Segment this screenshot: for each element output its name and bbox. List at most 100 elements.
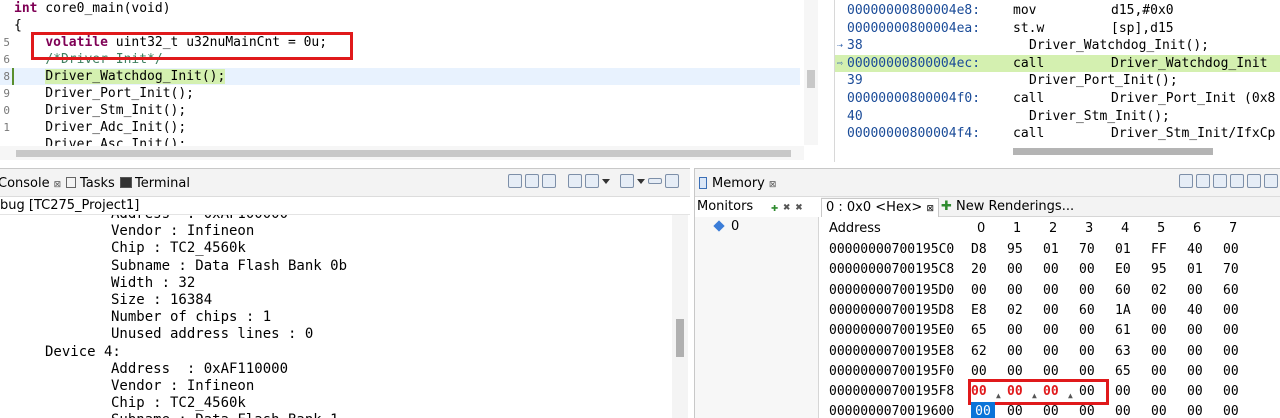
memory-byte-cell[interactable]: 00 <box>1007 260 1031 280</box>
memory-byte-cell[interactable]: 00 <box>1151 301 1175 321</box>
memory-row[interactable]: 00000000700195E8 62 00 00 00 63 00 00 00 <box>821 342 1280 362</box>
memory-byte-cell[interactable]: E0 <box>1115 260 1139 280</box>
code-line[interactable]: int core0_main(void) <box>0 0 800 17</box>
memory-byte-cell[interactable]: 00 <box>1115 402 1139 418</box>
code-line[interactable]: 1 Driver_Adc_Init(); <box>0 119 800 136</box>
scroll-lock-icon[interactable] <box>525 174 539 188</box>
memory-byte-cell[interactable]: 00 <box>1043 321 1067 341</box>
source-row[interactable]: ⇢ 38 Driver_Watchdog_Init(); <box>835 37 1280 54</box>
memory-byte-cell[interactable]: E8 <box>971 301 995 321</box>
memory-byte-cell[interactable]: 95 <box>1151 260 1175 280</box>
memory-byte-cell[interactable]: 00 <box>1043 260 1067 280</box>
memory-byte-cell[interactable]: 00 <box>1187 362 1211 382</box>
add-monitor-icon[interactable]: ✚ <box>771 200 778 214</box>
tab-console[interactable]: Console ⊠ <box>0 175 61 193</box>
memory-byte-cell[interactable]: 00 <box>971 402 995 418</box>
code-line[interactable]: 9 Driver_Port_Init(); <box>0 85 800 102</box>
memory-row[interactable]: 00000000700195D8 E8 02 00 60 1A 00 40 00 <box>821 301 1280 321</box>
console-vertical-scrollbar[interactable] <box>672 215 688 418</box>
export-icon[interactable] <box>1230 174 1244 188</box>
remove-monitor-icon[interactable]: ✖ <box>783 200 790 214</box>
code-line[interactable]: 0 Driver_Stm_Init(); <box>0 102 800 119</box>
maximize-icon[interactable] <box>665 174 679 188</box>
memory-byte-cell[interactable]: 00 <box>1007 281 1031 301</box>
memory-byte-cell[interactable]: 02 <box>1007 301 1031 321</box>
memory-byte-cell[interactable]: 00 <box>1187 382 1211 402</box>
memory-byte-cell[interactable]: 01 <box>1187 260 1211 280</box>
memory-row[interactable]: 00000000700195E0 65 00 00 00 61 00 00 00 <box>821 321 1280 341</box>
memory-byte-cell[interactable]: 61 <box>1115 321 1139 341</box>
tab-new-renderings[interactable]: ✚ New Renderings... <box>937 198 1078 217</box>
memory-byte-cell[interactable]: 00 <box>1187 402 1211 418</box>
editor-horizontal-scrollbar[interactable] <box>0 146 804 160</box>
memory-byte-cell[interactable]: 02 <box>1151 281 1175 301</box>
memory-byte-cell[interactable]: 00 <box>1007 342 1031 362</box>
memory-byte-cell[interactable]: FF <box>1151 240 1175 260</box>
memory-byte-cell[interactable]: 95 <box>1007 240 1031 260</box>
minimize-icon[interactable] <box>648 178 662 184</box>
memory-byte-cell[interactable]: 00 <box>1079 281 1103 301</box>
memory-byte-cell[interactable]: 00 <box>1151 342 1175 362</box>
word-wrap-icon[interactable] <box>542 174 556 188</box>
memory-byte-cell[interactable]: 00 <box>1223 402 1247 418</box>
memory-byte-cell[interactable]: 00 <box>1079 402 1103 418</box>
memory-byte-cell[interactable]: 00 <box>1223 240 1247 260</box>
memory-byte-cell[interactable]: 40 <box>1187 240 1211 260</box>
new-tab-icon[interactable] <box>1213 174 1227 188</box>
memory-row[interactable]: 00000000700195C8 20 00 00 00 E0 95 01 70 <box>821 260 1280 280</box>
memory-byte-cell[interactable]: 63 <box>1115 342 1139 362</box>
memory-byte-cell[interactable]: 00 <box>971 281 995 301</box>
memory-byte-cell[interactable]: 01 <box>1115 240 1139 260</box>
memory-byte-cell[interactable]: 00 <box>1223 301 1247 321</box>
monitor-item[interactable]: 0 <box>713 219 739 235</box>
tab-hex-rendering[interactable]: 0 : 0x0 <Hex> ⊠ <box>821 198 939 217</box>
source-row[interactable]: 40 Driver_Stm_Init(); <box>835 108 1280 125</box>
instruction-row[interactable]: 00000000800004f0: call Driver_Port_Init (0… <box>835 90 1280 107</box>
memory-byte-cell[interactable]: 00 <box>1187 342 1211 362</box>
memory-byte-cell[interactable]: 00 <box>1043 342 1067 362</box>
memory-byte-cell[interactable]: 40 <box>1187 301 1211 321</box>
tab-tasks[interactable]: Tasks <box>66 175 115 193</box>
memory-byte-cell[interactable]: 62 <box>971 342 995 362</box>
memory-byte-cell[interactable]: 00 <box>1043 301 1067 321</box>
memory-byte-cell[interactable]: 60 <box>1115 281 1139 301</box>
memory-byte-cell[interactable]: 00 <box>1043 402 1067 418</box>
memory-byte-cell[interactable]: 70 <box>1223 260 1247 280</box>
close-icon[interactable]: ⊠ <box>926 204 934 214</box>
memory-byte-cell[interactable]: 00 <box>1223 382 1247 402</box>
toggle-split-icon[interactable] <box>1247 174 1261 188</box>
tab-terminal[interactable]: Terminal <box>120 175 190 193</box>
console-output[interactable]: Address : 0xAF100000Vendor : InfineonChi… <box>0 215 672 418</box>
memory-byte-cell[interactable]: 01 <box>1043 240 1067 260</box>
instruction-row[interactable]: 00000000800004e8: mov d15,#0x0 <box>835 2 1280 19</box>
source-row[interactable]: 39 Driver_Port_Init(); <box>835 72 1280 89</box>
memory-byte-cell[interactable]: 70 <box>1079 240 1103 260</box>
clear-console-icon[interactable] <box>508 174 522 188</box>
disassembly-horizontal-scrollbar[interactable] <box>835 146 1280 156</box>
memory-byte-cell[interactable]: 00 <box>1151 362 1175 382</box>
memory-byte-cell[interactable]: 65 <box>1115 362 1139 382</box>
scroll-thumb[interactable] <box>16 150 791 157</box>
scroll-thumb[interactable] <box>1013 148 1213 155</box>
tab-memory[interactable]: Memory ⊠ <box>699 175 776 193</box>
memory-byte-cell[interactable]: 00 <box>1187 321 1211 341</box>
reset-icon[interactable] <box>1196 174 1210 188</box>
instruction-row[interactable]: 00000000800004ea: st.w [sp],d15 <box>835 20 1280 37</box>
pin-console-icon[interactable] <box>568 174 582 188</box>
code-editor[interactable]: int core0_main(void){5 volatile uint32_t… <box>0 0 820 162</box>
memory-byte-cell[interactable]: 00 <box>1079 321 1103 341</box>
display-console-icon[interactable] <box>585 174 599 188</box>
memory-byte-cell[interactable]: 60 <box>1223 281 1247 301</box>
disassembly-view[interactable]: 00000000800004e8: mov d15,#0x0 000000008000… <box>834 0 1280 162</box>
code-line[interactable]: 8 Driver_Watchdog_Init(); <box>0 68 800 85</box>
memory-byte-cell[interactable]: 00 <box>1151 402 1175 418</box>
editor-vertical-scrollbar[interactable] <box>804 0 818 145</box>
memory-byte-cell[interactable]: 00 <box>1007 321 1031 341</box>
instruction-row[interactable]: 00000000800004f4: call Driver_Stm_Init/Ifx… <box>835 125 1280 142</box>
close-icon[interactable]: ⊠ <box>769 180 777 190</box>
remove-all-monitors-icon[interactable]: ✖ <box>795 200 802 214</box>
memory-byte-cell[interactable]: 65 <box>971 321 995 341</box>
chevron-down-icon[interactable] <box>637 174 645 188</box>
scroll-thumb[interactable] <box>676 319 684 357</box>
memory-row[interactable]: 00000000700195C0 D8 95 01 70 01 FF 40 00 <box>821 240 1280 260</box>
